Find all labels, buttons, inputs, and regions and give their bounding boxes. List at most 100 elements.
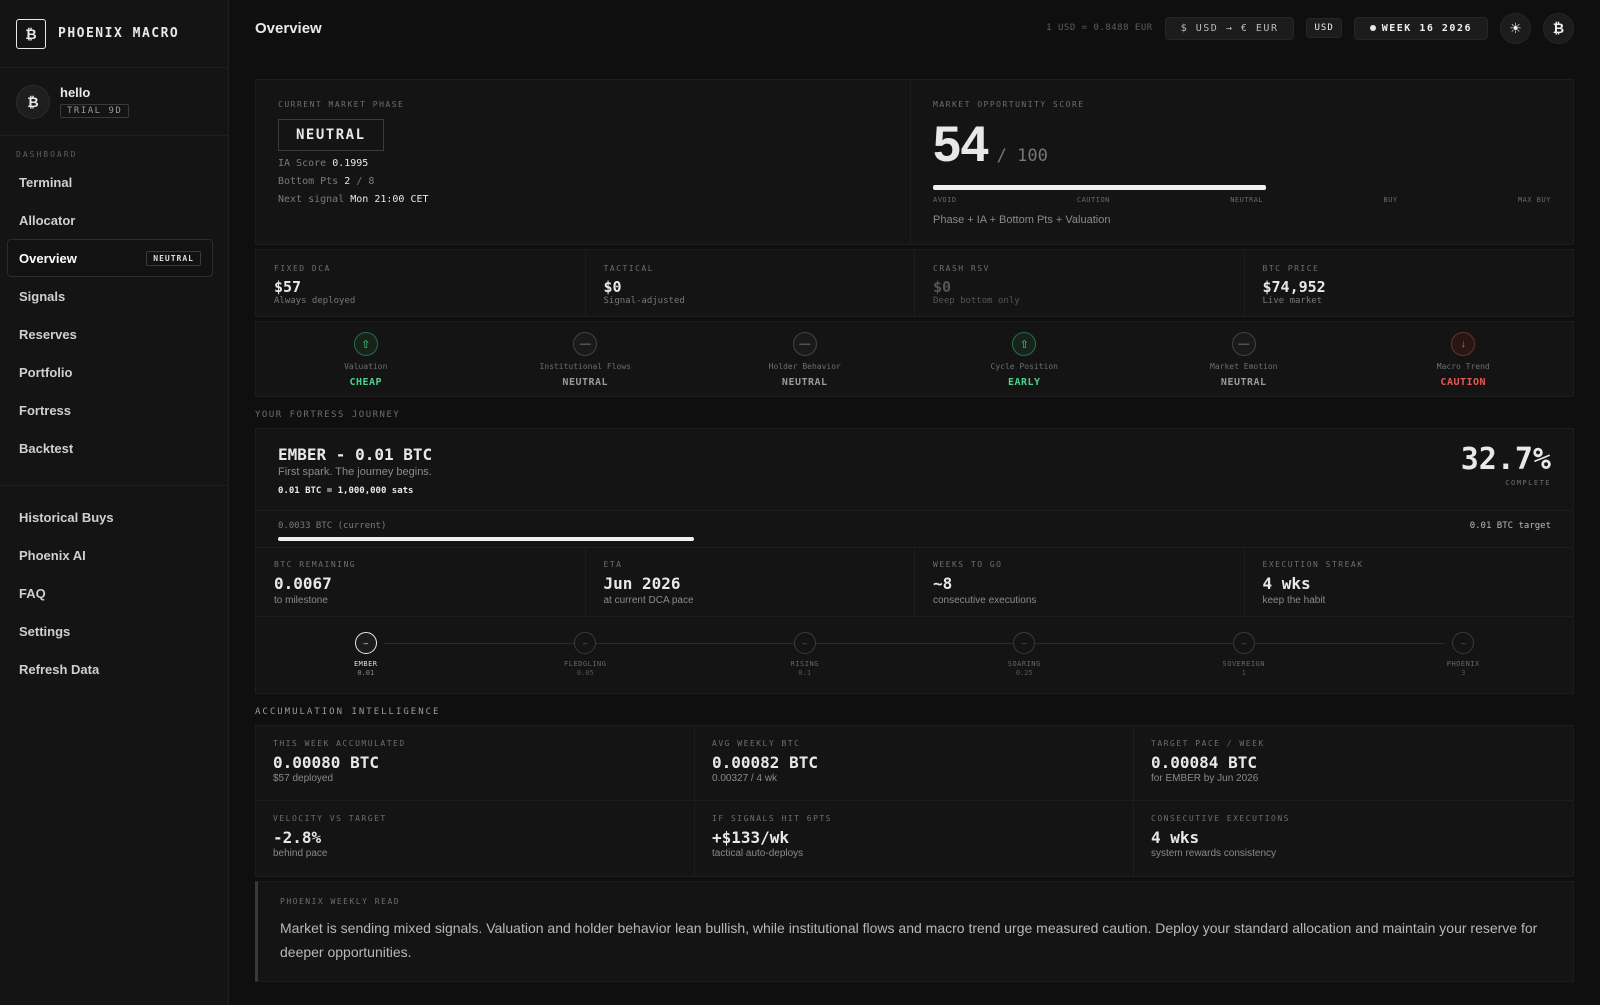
sats-conversion: 0.01 BTC = 1,000,000 sats	[278, 486, 414, 496]
milestone-description: First spark. The journey begins.	[278, 466, 432, 478]
bitcoin-logo-icon: ₿	[16, 18, 46, 49]
status-badge: EARLY	[1007, 377, 1041, 388]
weekly-read: PHOENIX WEEKLY READ Market is sending mi…	[255, 881, 1574, 982]
phase-label: CURRENT MARKET PHASE	[278, 100, 405, 109]
opportunity-score-card: MARKET OPPORTUNITY SCORE 54 / 100 AVOID …	[911, 80, 1573, 244]
milestone-sovereign[interactable]: – SOVEREIGN 1	[1134, 617, 1354, 693]
score-note: Phase + IA + Bottom Pts + Valuation	[933, 214, 1111, 226]
phase-value: NEUTRAL	[278, 119, 384, 151]
brand-name: PHOENIX MACRO	[58, 26, 180, 41]
theme-toggle-sun-icon[interactable]: ☀	[1500, 12, 1531, 44]
accumulation-section-title: ACCUMULATION INTELLIGENCE	[255, 707, 441, 717]
sidebar-item-faq[interactable]: FAQ	[0, 574, 220, 612]
secondary-nav: Historical Buys Phoenix AI FAQ Settings …	[0, 498, 228, 688]
sidebar-item-fortress[interactable]: Fortress	[0, 391, 220, 429]
accumulation-grid: THIS WEEK ACCUMULATED 0.00080 BTC $57 de…	[255, 725, 1574, 877]
sidebar-item-overview[interactable]: Overview NEUTRAL	[7, 239, 213, 277]
weeks-to-go-card: WEEKS TO GO ~8 consecutive executions	[915, 548, 1245, 616]
journey-section-title: YOUR FORTRESS JOURNEY	[255, 410, 401, 420]
consecutive-executions-card: CONSECUTIVE EXECUTIONS 4 wks system rewa…	[1151, 814, 1290, 859]
ia-score: IA Score 0.1995	[278, 158, 369, 169]
fortress-journey: EMBER - 0.01 BTC First spark. The journe…	[255, 428, 1574, 694]
milestone-dot-icon: –	[574, 632, 597, 654]
status-badge: NEUTRAL	[1220, 377, 1267, 388]
primary-nav: Terminal Allocator Overview NEUTRAL Sign…	[0, 163, 228, 467]
milestone-ember[interactable]: – EMBER 0.01	[256, 617, 476, 693]
brand[interactable]: ₿ PHOENIX MACRO	[0, 0, 228, 68]
milestone-fledgling[interactable]: – FLEDGLING 0.05	[476, 617, 696, 693]
sidebar-item-reserves[interactable]: Reserves	[0, 315, 220, 353]
weekly-read-label: PHOENIX WEEKLY READ	[280, 897, 401, 906]
signal-valuation[interactable]: ⇧ Valuation CHEAP	[256, 322, 476, 396]
milestone-phoenix[interactable]: – PHOENIX 3	[1354, 617, 1574, 693]
dash-icon: —	[1231, 332, 1256, 356]
arrow-up-icon: ⇧	[1012, 332, 1037, 356]
completion-percent: 32.7%	[1460, 442, 1551, 477]
dash-icon: —	[792, 332, 817, 356]
dash-icon: —	[573, 332, 598, 356]
signal-cycle-position[interactable]: ⇧ Cycle Position EARLY	[915, 322, 1135, 396]
page-title: Overview	[255, 19, 322, 37]
nav-section-label: DASHBOARD	[16, 150, 78, 159]
milestone-rising[interactable]: – RISING 0.1	[695, 617, 915, 693]
sidebar-item-terminal[interactable]: Terminal	[0, 163, 220, 201]
completion-label: COMPLETE	[1505, 479, 1551, 487]
sidebar-item-settings[interactable]: Settings	[0, 612, 220, 650]
milestone-dot-icon: –	[793, 632, 816, 654]
bottom-points: Bottom Pts 2 / 8	[278, 176, 375, 187]
progress-current: 0.0033 BTC (current)	[278, 521, 387, 531]
nav-divider	[0, 485, 228, 486]
allocation-row: FIXED DCA $57 Always deployed TACTICAL $…	[255, 249, 1574, 317]
status-badge: CHEAP	[349, 377, 383, 388]
status-dot-icon	[1369, 25, 1376, 31]
progress-target: 0.01 BTC target	[1469, 521, 1551, 531]
milestone-soaring[interactable]: – SOARING 0.25	[915, 617, 1135, 693]
tactical-card: TACTICAL $0 Signal-adjusted	[586, 250, 915, 316]
sidebar-item-signals[interactable]: Signals	[0, 277, 220, 315]
journey-progress: 0.0033 BTC (current) 0.01 BTC target	[256, 511, 1573, 547]
sidebar-item-allocator[interactable]: Allocator	[0, 201, 220, 239]
crash-reserve-card: CRASH RSV $0 Deep bottom only	[915, 250, 1245, 316]
next-signal: Next signal Mon 21:00 CET	[278, 194, 429, 205]
sidebar: ₿ PHOENIX MACRO ₿ hello TRIAL 9D DASHBOA…	[0, 0, 229, 1005]
score-value: 54	[933, 116, 989, 172]
score-bar	[933, 185, 1266, 190]
milestone-track: – EMBER 0.01 – FLEDGLING 0.05 – RISING 0…	[256, 617, 1573, 693]
bitcoin-account-icon[interactable]: ₿	[1543, 12, 1574, 44]
signal-institutional-flows[interactable]: — Institutional Flows NEUTRAL	[476, 322, 696, 396]
sidebar-item-portfolio[interactable]: Portfolio	[0, 353, 220, 391]
execution-streak-card: EXECUTION STREAK 4 wks keep the habit	[1262, 560, 1364, 606]
phase-badge: NEUTRAL	[146, 250, 201, 266]
signals-6pts-card: IF SIGNALS HIT 6PTS +$133/wk tactical au…	[695, 801, 1134, 876]
sidebar-item-backtest[interactable]: Backtest	[0, 429, 220, 467]
currency-toggle-button[interactable]: $ USD → € EUR	[1164, 16, 1295, 40]
currency-selector[interactable]: USD	[1306, 18, 1342, 38]
signals-row: ⇧ Valuation CHEAP — Institutional Flows …	[255, 321, 1574, 397]
status-badge: CAUTION	[1440, 377, 1487, 388]
weekly-read-text: Market is sending mixed signals. Valuati…	[280, 920, 1538, 960]
milestone-dot-icon: –	[1232, 632, 1255, 654]
btc-price-card: BTC PRICE $74,952 Live market	[1262, 264, 1326, 306]
avg-weekly-btc-card: AVG WEEKLY BTC 0.00082 BTC 0.00327 / 4 w…	[695, 726, 1134, 801]
exchange-rate: 1 USD = 0.8488 EUR	[1046, 23, 1153, 33]
signal-macro-trend[interactable]: ↓ Macro Trend CAUTION	[1354, 322, 1574, 396]
top-bar: Overview 1 USD = 0.8488 EUR $ USD → € EU…	[229, 0, 1600, 56]
user-profile[interactable]: ₿ hello TRIAL 9D	[0, 68, 228, 136]
target-pace-card: TARGET PACE / WEEK 0.00084 BTC for EMBER…	[1134, 726, 1573, 801]
market-summary: CURRENT MARKET PHASE NEUTRAL IA Score 0.…	[255, 79, 1574, 245]
sidebar-item-historical-buys[interactable]: Historical Buys	[0, 498, 220, 536]
score-label: MARKET OPPORTUNITY SCORE	[933, 100, 1085, 109]
trial-badge: TRIAL 9D	[60, 104, 130, 118]
week-indicator: WEEK 16 2026	[1353, 16, 1488, 40]
score-max: / 100	[996, 146, 1048, 166]
this-week-accumulated-card: THIS WEEK ACCUMULATED 0.00080 BTC $57 de…	[256, 726, 695, 801]
btc-remaining-card: BTC REMAINING 0.0067 to milestone	[256, 548, 586, 616]
sidebar-item-phoenix-ai[interactable]: Phoenix AI	[0, 536, 220, 574]
arrow-down-icon: ↓	[1451, 332, 1476, 356]
sidebar-item-refresh-data[interactable]: Refresh Data	[0, 650, 220, 688]
avatar: ₿	[16, 84, 50, 119]
signal-holder-behavior[interactable]: — Holder Behavior NEUTRAL	[695, 322, 915, 396]
market-phase-card: CURRENT MARKET PHASE NEUTRAL IA Score 0.…	[256, 80, 911, 244]
signal-market-emotion[interactable]: — Market Emotion NEUTRAL	[1134, 322, 1354, 396]
milestone-dot-icon: –	[1452, 632, 1475, 654]
